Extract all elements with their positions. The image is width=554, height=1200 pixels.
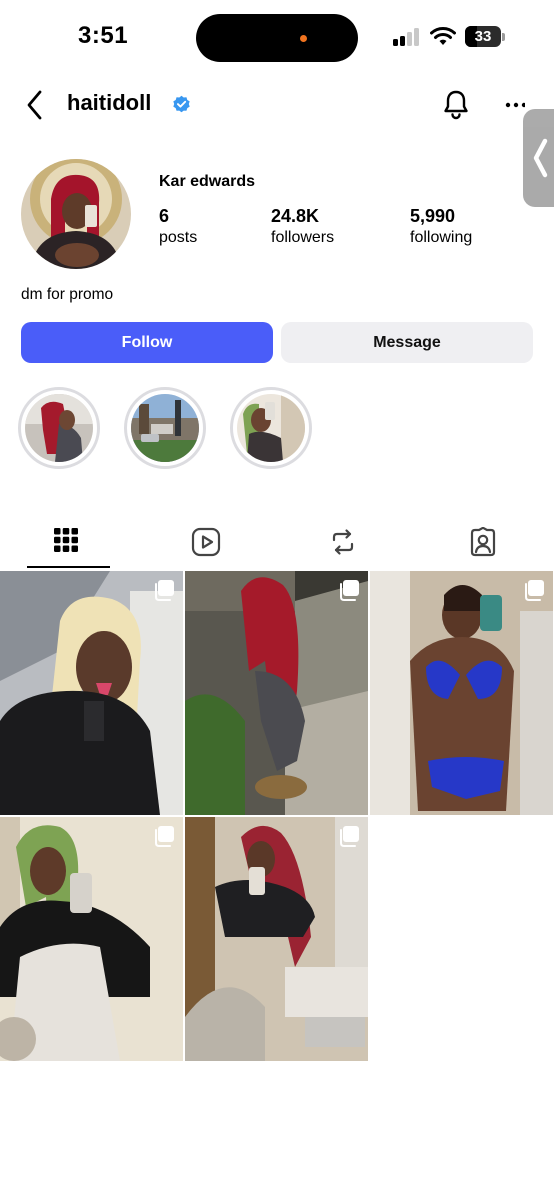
post-thumbnail[interactable]: [185, 571, 368, 815]
profile-avatar[interactable]: [21, 159, 131, 269]
profile-username: haitidoll: [67, 90, 152, 115]
posts-count: 6: [159, 206, 170, 226]
message-button[interactable]: Message: [281, 322, 533, 363]
recording-dot: [300, 35, 307, 42]
post-photo: [185, 571, 368, 815]
posts-count-stat[interactable]: 6 posts: [159, 205, 197, 248]
post-thumbnail[interactable]: [370, 571, 553, 815]
highlight-photo: [131, 394, 199, 462]
follow-button[interactable]: Follow: [21, 322, 273, 363]
battery-percentage: 33: [474, 28, 492, 45]
reposts-icon: [332, 529, 354, 555]
reels-icon: [191, 527, 221, 557]
post-photo: [370, 571, 553, 815]
carousel-icon: [155, 580, 174, 601]
post-photo: [0, 571, 183, 815]
dynamic-island: [196, 14, 358, 62]
profile-display-name: Kar edwards: [159, 173, 256, 190]
story-highlight[interactable]: [18, 387, 100, 469]
post-photo: [0, 817, 183, 1061]
posts-label: posts: [159, 229, 198, 246]
avatar-photo: [21, 159, 131, 269]
followers-count-stat[interactable]: 24.8K followers: [271, 205, 334, 248]
following-count: 5,990: [410, 206, 456, 226]
notifications-bell-icon[interactable]: [440, 88, 472, 120]
carousel-icon: [155, 826, 174, 847]
tab-posts-grid[interactable]: [47, 520, 91, 564]
tab-reels[interactable]: [185, 520, 229, 564]
post-thumbnail[interactable]: [0, 571, 183, 815]
carousel-icon: [340, 826, 359, 847]
highlight-photo: [237, 394, 305, 462]
followers-label: followers: [271, 229, 335, 246]
selected-tab-indicator: [27, 566, 110, 568]
tab-reposts[interactable]: [322, 520, 366, 564]
post-thumbnail[interactable]: [0, 817, 183, 1061]
profile-bio: dm for promo: [21, 286, 114, 303]
story-highlight[interactable]: [230, 387, 312, 469]
following-label: following: [410, 229, 473, 246]
cellular-signal-icon: [393, 28, 423, 46]
following-count-stat[interactable]: 5,990 following: [410, 205, 472, 248]
verified-badge-icon: [173, 95, 190, 113]
post-photo: [185, 817, 368, 1061]
battery-icon: 33: [465, 26, 501, 47]
highlight-photo: [25, 394, 93, 462]
carousel-icon: [525, 580, 544, 601]
status-bar: 3:51 33: [0, 0, 554, 78]
post-thumbnail[interactable]: [185, 817, 368, 1061]
side-panel-handle[interactable]: [523, 109, 554, 207]
tagged-icon: [470, 527, 496, 557]
back-chevron-icon[interactable]: [22, 88, 48, 122]
status-time: 3:51: [78, 22, 129, 49]
story-highlight[interactable]: [124, 387, 206, 469]
carousel-icon: [340, 580, 359, 601]
more-options-icon[interactable]: [505, 100, 525, 110]
side-chevron-left-icon: [533, 138, 548, 178]
battery-cap: [502, 33, 505, 41]
tab-tagged[interactable]: [462, 520, 506, 564]
grid-icon: [54, 528, 78, 552]
followers-count: 24.8K: [271, 206, 320, 226]
wifi-icon: [430, 27, 456, 45]
